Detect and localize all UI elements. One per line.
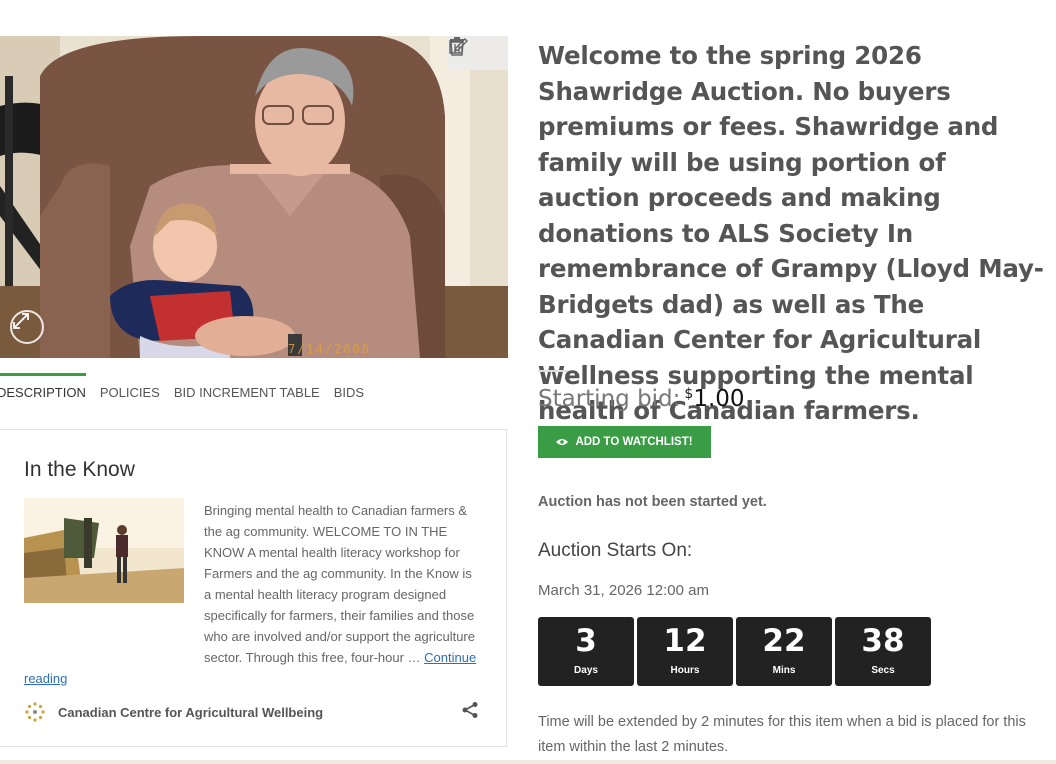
- tab-policies[interactable]: POLICIES: [100, 373, 160, 415]
- post-excerpt: Bringing mental health to Canadian farme…: [24, 500, 479, 689]
- expand-icon[interactable]: [10, 310, 44, 344]
- tab-bid-increment-table[interactable]: BID INCREMENT TABLE: [174, 373, 320, 415]
- product-photo[interactable]: 7/14/2008: [0, 36, 508, 358]
- embedded-post-card: In the Know Bringing mental health to Ca…: [0, 429, 507, 747]
- trash-icon[interactable]: [450, 37, 505, 65]
- starts-on-date: March 31, 2026 12:00 am: [538, 582, 709, 599]
- countdown-value: 12: [663, 623, 707, 659]
- share-icon[interactable]: [461, 701, 479, 724]
- auction-headline: Welcome to the spring 2026 Shawridge Auc…: [538, 41, 1044, 425]
- countdown-days: 3 Days: [538, 617, 634, 686]
- page-bottom-edge: [0, 760, 1056, 764]
- eye-icon: [556, 438, 569, 446]
- countdown-label: Days: [574, 665, 598, 676]
- countdown-value: 22: [762, 623, 806, 659]
- countdown-secs: 38 Secs: [835, 617, 931, 686]
- starting-bid-amount: 1.00: [693, 386, 745, 412]
- time-extension-note: Time will be extended by 2 minutes for t…: [538, 714, 1026, 755]
- starting-bid-label: Starting bid:: [538, 386, 681, 412]
- tab-description[interactable]: DESCRIPTION: [0, 373, 86, 415]
- divider: [538, 370, 568, 372]
- sunburst-logo-icon: [24, 701, 46, 723]
- post-title[interactable]: In the Know: [24, 458, 135, 482]
- auction-status: Auction has not been started yet.: [538, 494, 767, 510]
- photo-illustration: [0, 36, 508, 358]
- countdown-mins: 22 Mins: [736, 617, 832, 686]
- countdown-label: Mins: [772, 665, 796, 676]
- countdown-label: Hours: [670, 665, 700, 676]
- post-excerpt-text: Bringing mental health to Canadian farme…: [204, 503, 475, 665]
- watchlist-label: ADD TO WATCHLIST!: [575, 436, 693, 448]
- thumbnail-spacer: [24, 500, 204, 648]
- starts-on-heading: Auction Starts On:: [538, 540, 693, 561]
- product-tabs: DESCRIPTION POLICIES BID INCREMENT TABLE…: [0, 373, 378, 417]
- tab-bids[interactable]: BIDS: [334, 373, 364, 415]
- starting-bid: Starting bid: $1.00: [538, 386, 745, 412]
- post-source-name[interactable]: Canadian Centre for Agricultural Wellbei…: [58, 705, 323, 720]
- countdown-value: 38: [861, 623, 905, 659]
- post-footer: Canadian Centre for Agricultural Wellbei…: [24, 700, 479, 724]
- photo-toolbar: [448, 36, 508, 70]
- currency-symbol: $: [684, 386, 694, 402]
- photo-date-stamp: 7/14/2008: [288, 342, 372, 356]
- countdown-timer: 3 Days 12 Hours 22 Mins 38 Secs: [538, 617, 934, 686]
- countdown-label: Secs: [871, 665, 895, 676]
- countdown-hours: 12 Hours: [637, 617, 733, 686]
- countdown-value: 3: [575, 623, 597, 659]
- add-to-watchlist-button[interactable]: ADD TO WATCHLIST!: [538, 426, 711, 458]
